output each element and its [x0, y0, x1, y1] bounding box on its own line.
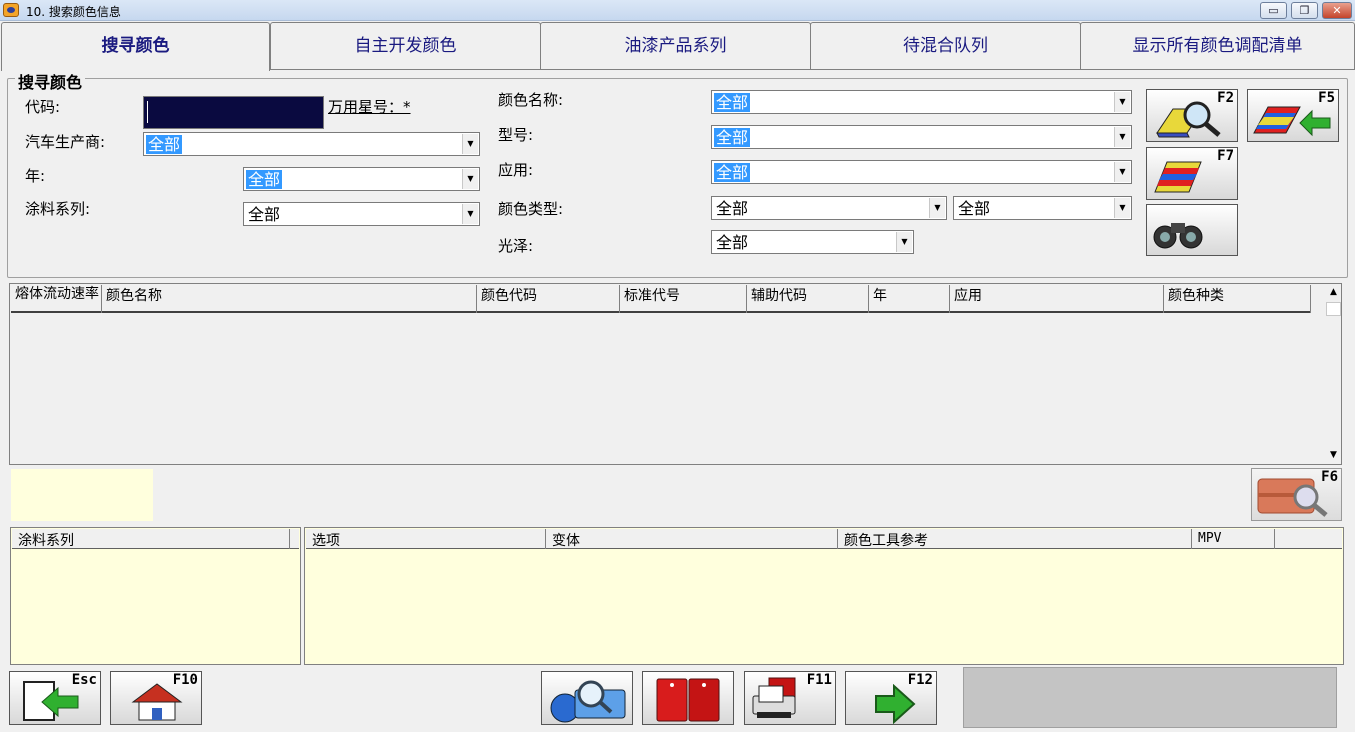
tab-search-color[interactable]: 搜寻颜色 — [1, 22, 270, 71]
f5-import-button[interactable]: F5 — [1247, 89, 1339, 142]
wildcard-hint: 万用星号：* — [328, 98, 411, 116]
color-name-value: 全部 — [714, 93, 751, 112]
tab-all-formulas[interactable]: 显示所有颜色调配清单 — [1080, 22, 1355, 69]
code-label: 代码: — [25, 98, 61, 116]
chevron-down-icon[interactable]: ▼ — [462, 134, 478, 154]
color-chips-button[interactable] — [642, 671, 734, 725]
tab-custom-color[interactable]: 自主开发颜色 — [270, 22, 541, 69]
window-title: 10. 搜索颜色信息 — [26, 5, 121, 19]
color-type-select[interactable]: 全部 ▼ — [711, 196, 947, 220]
gloss-select[interactable]: 全部 ▼ — [711, 230, 914, 254]
col-option[interactable]: 选项 — [306, 529, 546, 549]
col-standard-code[interactable]: 标准代号 — [620, 285, 747, 313]
manufacturer-label: 汽车生产商: — [25, 133, 106, 151]
chevron-down-icon[interactable]: ▼ — [1114, 198, 1130, 218]
color-stack-icon — [1154, 161, 1202, 193]
results-header: 熔体流动速率 颜色名称 颜色代码 标准代号 辅助代码 年 应用 颜色种类 — [11, 285, 1311, 313]
search-group-title: 搜寻颜色 — [15, 69, 86, 93]
results-scrollbar[interactable]: ▲ ▼ — [1326, 285, 1341, 463]
web-search-button[interactable] — [541, 671, 633, 725]
car-search-icon — [1257, 478, 1328, 517]
chevron-down-icon[interactable]: ▼ — [1114, 162, 1130, 182]
tab-divider — [269, 69, 1355, 70]
esc-exit-button[interactable]: Esc — [9, 671, 101, 725]
color-type-value: 全部 — [716, 199, 749, 218]
col-extra[interactable] — [1275, 529, 1342, 549]
tab-mix-queue[interactable]: 待混合队列 — [810, 22, 1081, 69]
year-value: 全部 — [246, 170, 283, 189]
f12-next-button[interactable]: F12 — [845, 671, 937, 725]
year-select[interactable]: 全部 ▼ — [243, 167, 480, 191]
col-aux-code[interactable]: 辅助代码 — [747, 285, 869, 313]
swatch-arrow-icon — [1253, 106, 1331, 137]
paint-series-value: 全部 — [248, 205, 281, 224]
model-value: 全部 — [714, 128, 751, 147]
chevron-down-icon[interactable]: ▼ — [929, 198, 945, 218]
color-subtype-value: 全部 — [958, 199, 991, 218]
gloss-value: 全部 — [716, 233, 749, 252]
status-panel — [963, 667, 1337, 728]
col-variant[interactable]: 变体 — [546, 529, 838, 549]
title-bar — [0, 0, 1355, 21]
restore-button[interactable]: ❐ — [1291, 2, 1318, 19]
application-label: 应用: — [498, 161, 534, 179]
model-select[interactable]: 全部 ▼ — [711, 125, 1132, 149]
year-label: 年: — [25, 167, 46, 185]
col-color-name[interactable]: 颜色名称 — [102, 285, 477, 313]
f10-home-button[interactable]: F10 — [110, 671, 202, 725]
arrow-right-icon — [875, 684, 916, 724]
home-icon — [131, 683, 183, 721]
exit-door-icon — [23, 681, 79, 721]
color-name-select[interactable]: 全部 ▼ — [711, 90, 1132, 114]
col-color-code[interactable]: 颜色代码 — [477, 285, 620, 313]
chevron-down-icon[interactable]: ▼ — [1114, 92, 1130, 112]
manufacturer-value: 全部 — [146, 135, 183, 154]
manufacturer-select[interactable]: 全部 ▼ — [143, 132, 480, 156]
options-header: 选项 变体 颜色工具参考 MPV — [306, 529, 1342, 549]
gloss-label: 光泽: — [498, 237, 534, 255]
scroll-down-icon[interactable]: ▼ — [1326, 448, 1341, 463]
binoculars-button[interactable] — [1146, 204, 1238, 256]
color-type-label: 颜色类型: — [498, 200, 564, 218]
f7-key-label: F7 — [1217, 148, 1234, 164]
chevron-down-icon[interactable]: ▼ — [462, 169, 478, 189]
col-melt-flow-rate[interactable]: 熔体流动速率 — [11, 285, 102, 313]
f11-key-label: F11 — [806, 672, 832, 688]
paint-series-header: 涂料系列 — [12, 529, 299, 549]
col-application[interactable]: 应用 — [950, 285, 1164, 313]
application-select[interactable]: 全部 ▼ — [711, 160, 1132, 184]
color-preview-panel — [11, 469, 153, 521]
search-swatch-icon — [1156, 101, 1221, 138]
model-label: 型号: — [498, 126, 534, 144]
scroll-thumb[interactable] — [1326, 302, 1341, 316]
close-button[interactable]: ✕ — [1322, 2, 1352, 19]
minimize-button[interactable]: ▭ — [1260, 2, 1287, 19]
paint-series-label: 涂料系列: — [25, 200, 91, 218]
f11-print-button[interactable]: F11 — [744, 671, 836, 725]
col-mpv[interactable]: MPV — [1192, 529, 1275, 549]
color-chips-icon — [656, 678, 720, 722]
print-chips-icon — [752, 677, 796, 718]
f2-search-button[interactable]: F2 — [1146, 89, 1238, 142]
paint-series-select[interactable]: 全部 ▼ — [243, 202, 480, 226]
col-year[interactable]: 年 — [869, 285, 950, 313]
chevron-down-icon[interactable]: ▼ — [896, 232, 912, 252]
chevron-down-icon[interactable]: ▼ — [462, 204, 478, 224]
binoculars-icon — [1153, 223, 1203, 249]
col-color-tool-ref[interactable]: 颜色工具参考 — [838, 529, 1192, 549]
chevron-down-icon[interactable]: ▼ — [1114, 127, 1130, 147]
f7-formula-button[interactable]: F7 — [1146, 147, 1238, 200]
color-name-label: 颜色名称: — [498, 91, 564, 109]
tab-paint-product-series[interactable]: 油漆产品系列 — [540, 22, 811, 69]
application-value: 全部 — [714, 163, 751, 182]
globe-search-icon — [550, 680, 626, 723]
color-subtype-select[interactable]: 全部 ▼ — [953, 196, 1132, 220]
col-color-category[interactable]: 颜色种类 — [1164, 285, 1311, 313]
app-icon — [3, 3, 19, 17]
col-paint-series[interactable]: 涂料系列 — [12, 529, 290, 549]
code-input[interactable] — [143, 96, 324, 129]
f6-search-button[interactable]: F6 — [1251, 468, 1342, 521]
scroll-up-icon[interactable]: ▲ — [1326, 285, 1341, 300]
